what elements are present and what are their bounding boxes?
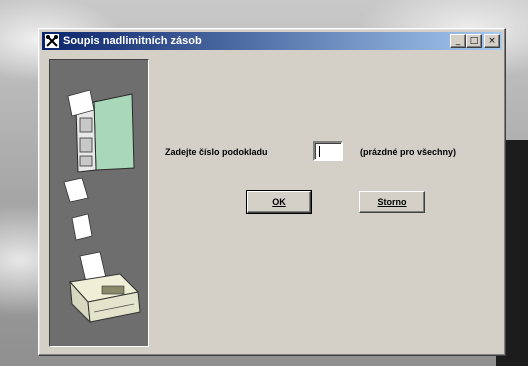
ok-button[interactable]: OK [246,190,312,214]
document-number-label: Zadejte číslo podokladu [165,147,268,157]
window-title: Soupis nadlimitních zásob [63,35,202,47]
illustration-graphic [63,89,141,324]
file-cabinet-icon [67,89,135,173]
minimize-button[interactable]: _ [450,34,466,48]
cancel-button-label: Storno [377,197,407,207]
text-caret [319,146,320,157]
maximize-icon: □ [469,35,479,46]
paper-sheet-icon [71,213,93,241]
tools-icon[interactable] [44,33,60,49]
maximize-button[interactable]: □ [466,34,482,48]
ok-button-label: OK [272,197,286,207]
title-bar[interactable]: Soupis nadlimitních zásob _ □ × [42,32,502,50]
document-number-input[interactable] [313,141,343,161]
window-controls: _ □ × [450,34,500,48]
printer-icon [69,251,141,324]
close-button[interactable]: × [484,34,500,48]
dialog-window: Soupis nadlimitních zásob _ □ × Zadejte … [38,28,506,356]
cancel-button[interactable]: Storno [359,191,425,213]
minimize-icon: _ [455,35,461,46]
paper-sheet-icon [63,177,89,203]
empty-hint-label: (prázdné pro všechny) [360,147,457,157]
illustration-panel [49,59,149,347]
close-icon: × [488,35,496,46]
